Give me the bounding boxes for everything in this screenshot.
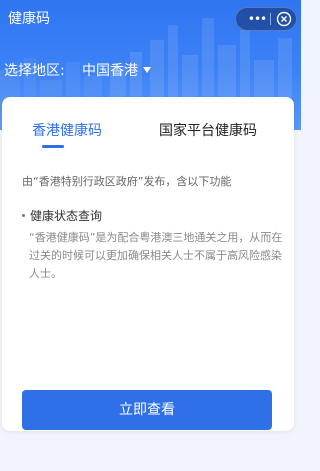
feature-heading: 健康状态查询 [22,207,102,225]
region-dropdown[interactable]: 中国香港 [82,61,151,81]
tab-hk-health-code[interactable]: 香港健康码 [32,121,102,141]
app-title: 健康码 [8,11,50,27]
close-circle-icon[interactable] [275,10,293,28]
region-label: 选择地区: [4,63,65,79]
view-now-button[interactable]: 立即查看 [22,390,272,430]
mini-program-capsule: ••• [235,7,297,31]
region-value: 中国香港 [82,63,138,79]
content-card: 香港健康码 国家平台健康码 由“香港特别行政区政府”发布，含以下功能 健康状态查… [2,97,294,431]
intro-text: 由“香港特别行政区政府”发布，含以下功能 [22,175,232,188]
feature-description: “香港健康码”是为配合粤港澳三地通关之用，从而在过关的时候可以更加确保相关人士不… [29,231,283,280]
tab-national-health-code[interactable]: 国家平台健康码 [159,121,257,141]
active-tab-indicator [42,145,64,148]
feature-title: 健康状态查询 [30,209,103,223]
caret-down-icon [143,67,151,73]
more-icon[interactable]: ••• [246,8,268,30]
capsule-divider [270,13,271,25]
bullet-dot-icon [22,214,25,217]
